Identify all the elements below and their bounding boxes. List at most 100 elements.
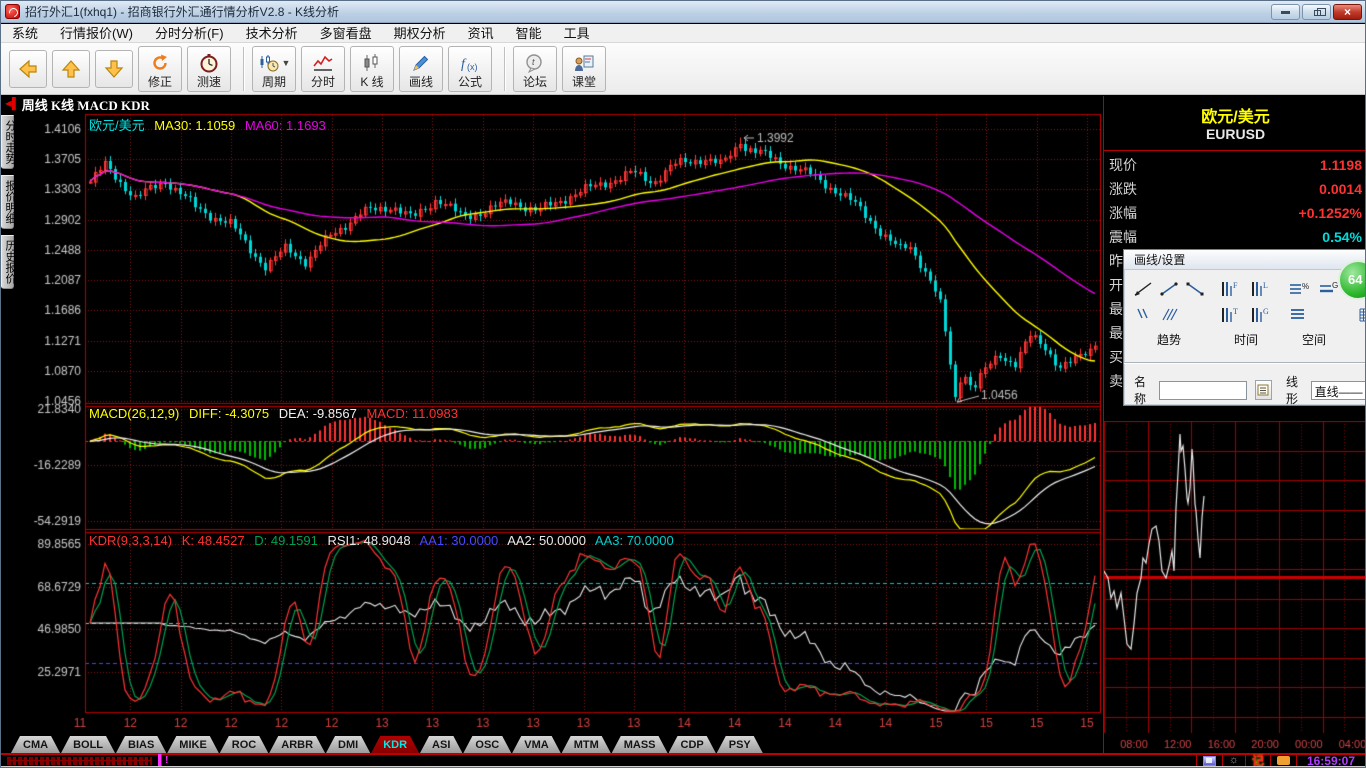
quote-label: 震幅 — [1109, 229, 1137, 245]
quote-label: 涨跌 — [1109, 181, 1137, 197]
toolbar-button-speed[interactable]: 测速 — [187, 45, 231, 92]
menu-item-2[interactable]: 分时分析(F) — [144, 24, 235, 43]
indicator-tab-mike[interactable]: MIKE — [167, 736, 219, 753]
restore-button[interactable] — [1302, 4, 1331, 20]
toolbar: 修正 测速 ▼ 周期 分时 K 线画线 f (x) 公式 t 论坛 课堂 — [1, 43, 1365, 95]
toolbar-button-revise[interactable]: 修正 — [138, 45, 182, 92]
group-label-time: 时间 — [1233, 333, 1258, 347]
side-tab-2[interactable]: 历史报价 — [1, 235, 16, 289]
side-tab-strip: 分时走势报价明细历史报价 — [1, 115, 16, 295]
chart-title-icon: ◄▌ — [3, 98, 20, 110]
quote-row-2: 涨幅 +0.1252% — [1104, 201, 1365, 225]
formula-icon: f (x) — [459, 51, 481, 75]
indicator-tab-cma[interactable]: CMA — [11, 736, 60, 753]
side-tab-1[interactable]: 报价明细 — [1, 175, 16, 229]
name-input[interactable] — [1158, 380, 1247, 400]
kdr-aa3: AA3: 70.0000 — [594, 533, 674, 548]
svg-text:G: G — [1263, 307, 1269, 316]
arrow-down-button[interactable] — [95, 49, 133, 88]
toolbar-button-label: 公式 — [457, 74, 482, 89]
news-ticker — [7, 756, 152, 765]
status-bar: ▌! ☼ 记 16:59:07 — [1, 753, 1365, 768]
indicator-tab-strip: CMA BOLL BIAS MIKE ROC ARBR DMI KDR ASI OSC VMA MTM… — [11, 736, 764, 753]
legend-symbol: 欧元/美元 — [89, 118, 145, 133]
time-t-icon[interactable]: T — [1219, 304, 1243, 326]
list-button[interactable] — [1254, 380, 1273, 400]
toolbar-button-formula[interactable]: f (x) 公式 — [448, 45, 492, 92]
indicator-tab-vma[interactable]: VMA — [512, 736, 560, 753]
menu-item-8[interactable]: 工具 — [553, 24, 601, 43]
time-lucas-icon[interactable]: L — [1249, 278, 1273, 300]
indicator-tab-mass[interactable]: MASS — [612, 736, 668, 753]
menu-item-0[interactable]: 系统 — [1, 24, 49, 43]
grid-tool-icon[interactable] — [1355, 304, 1365, 326]
parallel-lines-icon[interactable] — [1131, 304, 1155, 326]
macd-legend: MACD(26,12,9) DIFF: -4.3075 DEA: -9.8567… — [89, 406, 464, 421]
quote-row-1: 涨跌 0.0014 — [1104, 177, 1365, 201]
speed-icon — [199, 51, 219, 75]
svg-text:%: % — [1302, 282, 1309, 291]
svg-text:(x): (x) — [467, 62, 478, 72]
main-chart-canvas[interactable] — [17, 113, 1101, 736]
alarm-icon: ☼ — [1228, 754, 1239, 766]
menu-bar: 系统 行情报价(W) 分时分析(F) 技术分析 多窗看盘 期权分析 资讯 智能 工具 — [1, 24, 1365, 43]
toolbar-button-intraday[interactable]: 分时 — [301, 45, 345, 92]
indicator-tab-arbr[interactable]: ARBR — [269, 736, 325, 753]
menu-item-7[interactable]: 智能 — [505, 24, 553, 43]
trend-segment-icon[interactable] — [1157, 278, 1181, 300]
toolbar-button-class[interactable]: 课堂 — [562, 45, 606, 92]
menu-item-4[interactable]: 多窗看盘 — [309, 24, 383, 43]
menu-item-6[interactable]: 资讯 — [457, 24, 505, 43]
toolbar-button-kline[interactable]: K 线 — [350, 45, 394, 92]
toolbar-button-label: 画线 — [408, 74, 433, 89]
forum-icon: t — [524, 51, 546, 75]
quote-row-3: 震幅 0.54% — [1104, 225, 1365, 249]
quote-value: +0.1252% — [1298, 205, 1362, 221]
time-gann-icon[interactable]: G — [1249, 304, 1273, 326]
menu-item-3[interactable]: 技术分析 — [235, 24, 309, 43]
quote-symbol-cn: 欧元/美元 — [1201, 109, 1270, 126]
intraday-icon — [312, 51, 334, 75]
draw-icon — [410, 51, 432, 75]
indicator-tab-bias[interactable]: BIAS — [116, 736, 166, 753]
svg-text:L: L — [1263, 281, 1268, 290]
trend-down-segment-icon[interactable] — [1183, 278, 1207, 300]
indicator-tab-dmi[interactable]: DMI — [326, 736, 370, 753]
indicator-tab-osc[interactable]: OSC — [463, 736, 511, 753]
kdr-name: KDR(9,3,3,14) — [89, 533, 173, 548]
space-lines-icon[interactable] — [1287, 304, 1311, 326]
side-tab-0[interactable]: 分时走势 — [1, 115, 16, 169]
indicator-tab-boll[interactable]: BOLL — [61, 736, 115, 753]
menu-item-1[interactable]: 行情报价(W) — [49, 24, 144, 43]
hatch-lines-icon[interactable] — [1157, 304, 1181, 326]
menu-item-5[interactable]: 期权分析 — [383, 24, 457, 43]
time-fibonacci-icon[interactable]: F — [1219, 278, 1243, 300]
toolbar-separator — [243, 46, 245, 91]
dropdown-arrow-icon: ▼ — [281, 57, 291, 68]
close-button[interactable]: × — [1333, 4, 1362, 20]
title-bar: 招行外汇1(fxhq1) - 招商银行外汇通行情分析V2.8 - K线分析 × — [1, 1, 1365, 23]
indicator-tab-kdr[interactable]: KDR — [371, 736, 419, 753]
legend-ma30: MA30: 1.1059 — [154, 118, 236, 133]
indicator-tab-mtm[interactable]: MTM — [562, 736, 611, 753]
toolbar-button-draw[interactable]: 画线 — [399, 45, 443, 92]
indicator-tab-psy[interactable]: PSY — [717, 736, 763, 753]
close-icon: × — [1343, 5, 1351, 19]
space-percent-icon[interactable]: % — [1287, 278, 1311, 300]
toolbar-button-period[interactable]: ▼ 周期 — [252, 45, 296, 92]
lineshape-select[interactable]: 直线—— — [1310, 380, 1365, 400]
toolbar-button-forum[interactable]: t 论坛 — [513, 45, 557, 92]
indicator-tab-cdp[interactable]: CDP — [669, 736, 716, 753]
quote-label: 现价 — [1109, 157, 1137, 173]
minimize-button[interactable] — [1271, 4, 1300, 20]
message-icon — [1276, 756, 1290, 765]
indicator-tab-roc[interactable]: ROC — [220, 736, 268, 753]
arrow-up-button[interactable] — [52, 49, 90, 88]
arrow-left-button[interactable] — [9, 49, 47, 88]
trend-line-icon[interactable] — [1131, 278, 1155, 300]
intraday-mini-chart-canvas[interactable] — [1104, 421, 1365, 755]
indicator-tab-asi[interactable]: ASI — [420, 736, 462, 753]
toolbar-separator — [504, 46, 506, 91]
minimize-icon — [1281, 10, 1290, 14]
note-icon: 记 — [1251, 753, 1264, 768]
